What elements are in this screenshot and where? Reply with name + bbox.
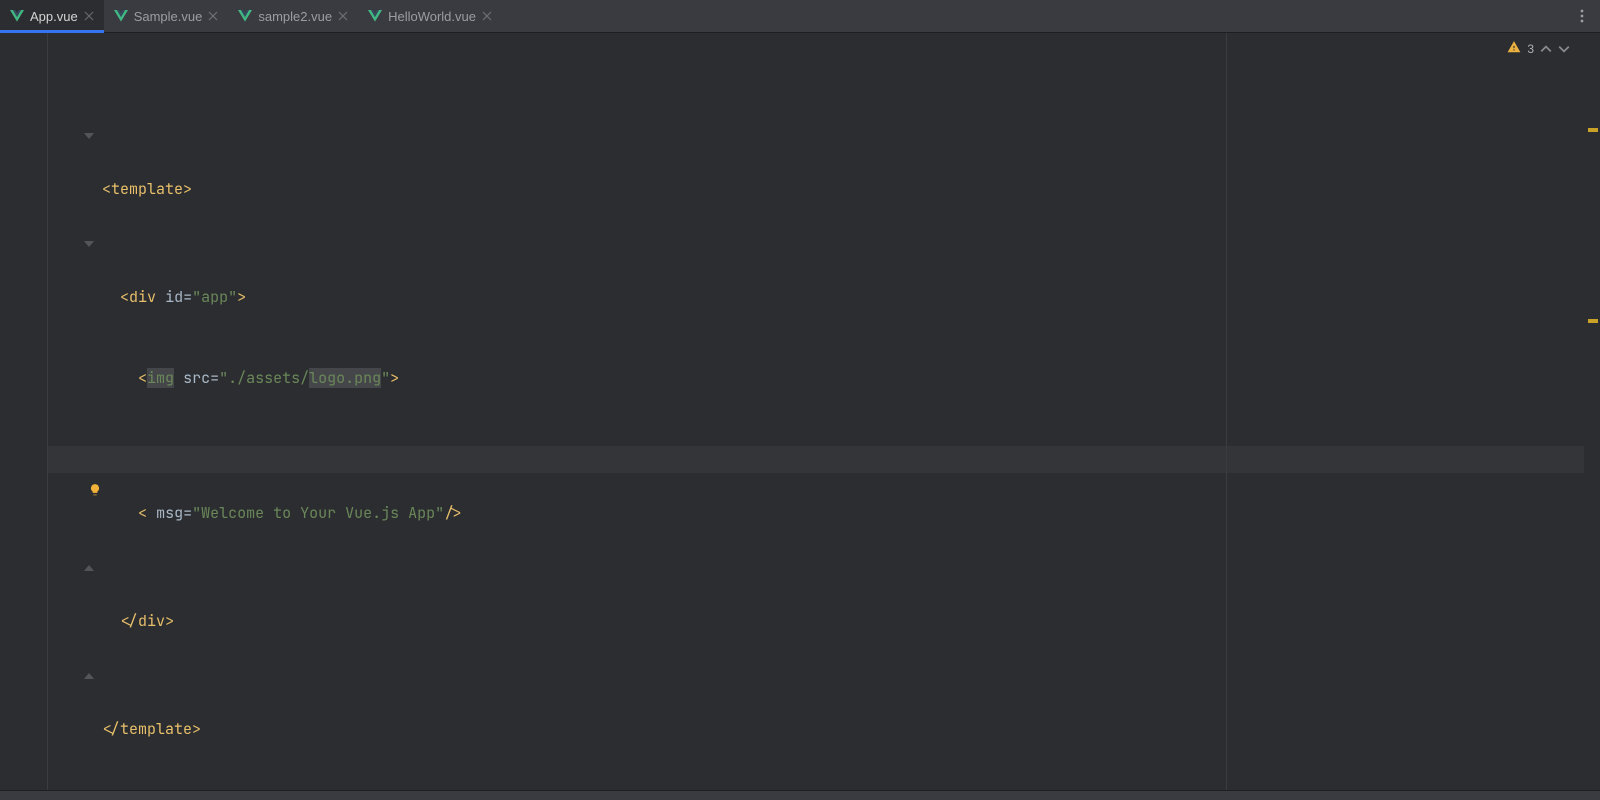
tab-helloworld-vue[interactable]: HelloWorld.vue xyxy=(358,0,502,32)
fold-close-icon[interactable] xyxy=(84,563,94,573)
vue-icon xyxy=(238,10,252,22)
lightbulb-icon[interactable] xyxy=(16,452,30,466)
code-line: <template> xyxy=(48,122,1584,149)
chevron-up-icon[interactable] xyxy=(1540,43,1552,55)
code-editor[interactable]: <template> <div id="app"> <img src="./as… xyxy=(0,33,1600,800)
editor-tab-bar: App.vue Sample.vue sample2.vue HelloWorl… xyxy=(0,0,1600,33)
fold-open-icon[interactable] xyxy=(84,239,94,249)
close-icon[interactable] xyxy=(208,11,218,21)
tab-sample2-vue[interactable]: sample2.vue xyxy=(228,0,358,32)
horizontal-scrollbar[interactable] xyxy=(0,790,1600,800)
code-content[interactable]: <template> <div id="app"> <img src="./as… xyxy=(48,33,1584,800)
warning-icon xyxy=(1507,40,1521,57)
close-icon[interactable] xyxy=(338,11,348,21)
fold-close-icon[interactable] xyxy=(84,671,94,681)
tab-label: App.vue xyxy=(30,9,78,24)
close-icon[interactable] xyxy=(482,11,492,21)
fold-open-icon[interactable] xyxy=(84,131,94,141)
warning-marker[interactable] xyxy=(1588,319,1598,323)
editor-gutter xyxy=(0,33,48,800)
right-margin-line xyxy=(1226,33,1227,790)
vue-icon xyxy=(114,10,128,22)
inspection-widget[interactable]: 3 xyxy=(1507,40,1570,57)
tab-sample-vue[interactable]: Sample.vue xyxy=(104,0,229,32)
error-stripe[interactable] xyxy=(1586,66,1600,790)
close-icon[interactable] xyxy=(84,11,94,21)
vue-icon xyxy=(368,10,382,22)
tab-label: Sample.vue xyxy=(134,9,203,24)
chevron-down-icon[interactable] xyxy=(1558,43,1570,55)
tab-bar-more-icon[interactable] xyxy=(1570,0,1594,32)
warning-marker[interactable] xyxy=(1588,128,1598,132)
tab-app-vue[interactable]: App.vue xyxy=(0,0,104,32)
vue-icon xyxy=(10,10,24,22)
tab-label: sample2.vue xyxy=(258,9,332,24)
tab-label: HelloWorld.vue xyxy=(388,9,476,24)
warning-count: 3 xyxy=(1527,42,1534,56)
